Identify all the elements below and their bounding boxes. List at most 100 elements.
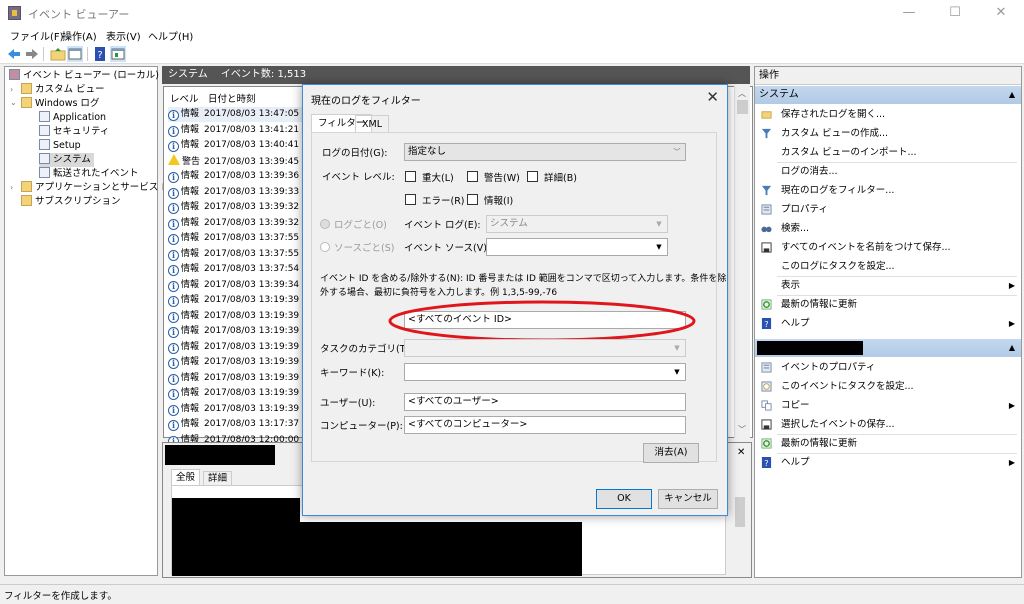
close-button[interactable]: ✕ <box>978 0 1024 26</box>
event-row[interactable]: i 情報 2017/08/03 13:19:39 <box>168 309 308 324</box>
event-row[interactable]: i 情報 2017/08/03 13:39:36 <box>168 169 308 184</box>
radio-by-source[interactable] <box>320 242 330 252</box>
event-row[interactable]: i 情報 2017/08/03 13:37:55 <box>168 247 308 262</box>
action-item[interactable]: プロパティ <box>755 200 1021 219</box>
event-row[interactable]: i 情報 2017/08/03 13:19:39 <box>168 340 308 355</box>
collapse-chevron-icon[interactable]: ⌄ <box>10 98 17 107</box>
show-hide-action-pane-icon[interactable] <box>110 46 126 62</box>
event-row[interactable]: 警告 2017/08/03 13:39:45 <box>168 153 308 169</box>
tree-root[interactable]: イベント ビューアー (ローカル) <box>9 69 159 83</box>
event-row[interactable]: i 情報 2017/08/03 13:47:05 <box>168 107 308 122</box>
checkbox-critical[interactable] <box>405 171 416 182</box>
back-arrow-icon[interactable] <box>6 46 22 62</box>
radio-by-log[interactable] <box>320 219 330 229</box>
action-item[interactable]: カスタム ビューのインポート... <box>755 143 1021 162</box>
log-date-select[interactable]: 指定なし ﹀ <box>404 143 686 161</box>
checkbox-information[interactable] <box>467 194 478 205</box>
action-item[interactable]: 最新の情報に更新 <box>755 295 1021 314</box>
tree-item-system[interactable]: システム <box>39 153 94 167</box>
action-item[interactable]: このイベントにタスクを設定... <box>755 377 1021 396</box>
dialog-close-button[interactable]: ✕ <box>706 88 719 106</box>
clear-button[interactable]: 消去(A) <box>643 443 699 463</box>
event-source-select[interactable]: ▼ <box>486 238 668 256</box>
event-row[interactable]: i 情報 2017/08/03 13:39:34 <box>168 278 308 293</box>
event-row[interactable]: i 情報 2017/08/03 13:40:41 <box>168 138 308 153</box>
action-item[interactable]: 検索... <box>755 219 1021 238</box>
help-icon[interactable]: ? <box>92 46 108 62</box>
actions-section-event[interactable]: ▲ <box>755 339 1021 357</box>
tree-item-security[interactable]: セキュリティ <box>39 125 109 139</box>
event-row[interactable]: i 情報 2017/08/03 13:19:39 <box>168 386 308 401</box>
event-row[interactable]: i 情報 2017/08/03 13:19:39 <box>168 324 308 339</box>
action-item[interactable]: イベントのプロパティ <box>755 358 1021 377</box>
event-row[interactable]: i 情報 2017/08/03 13:39:32 <box>168 216 308 231</box>
collapse-icon[interactable]: ▲ <box>1009 86 1015 104</box>
expand-chevron-icon[interactable]: › <box>10 85 13 94</box>
event-row[interactable]: i 情報 2017/08/03 13:19:39 <box>168 293 308 308</box>
radio-by-source-label[interactable]: ソースごと(S) <box>334 240 394 254</box>
checkbox-verbose-label[interactable]: 詳細(B) <box>544 170 577 184</box>
forward-arrow-icon[interactable] <box>24 46 40 62</box>
event-row[interactable]: i 情報 2017/08/03 13:39:32 <box>168 200 308 215</box>
action-item[interactable]: ? ヘルプ ▶ <box>755 453 1021 472</box>
checkbox-information-label[interactable]: 情報(I) <box>484 193 513 207</box>
tree-item-app-service-logs[interactable]: アプリケーションとサービス ログ <box>21 181 180 195</box>
column-header-level[interactable]: レベル <box>170 91 199 105</box>
event-row[interactable]: i 情報 2017/08/03 13:39:33 <box>168 185 308 200</box>
event-row[interactable]: i 情報 2017/08/03 13:19:39 <box>168 402 308 417</box>
maximize-button[interactable]: ☐ <box>932 0 978 26</box>
event-row[interactable]: i 情報 2017/08/03 13:37:54 <box>168 262 308 277</box>
scroll-down-icon[interactable]: ﹀ <box>738 424 746 435</box>
tab-xml[interactable]: XML <box>355 115 389 133</box>
action-item[interactable]: 選択したイベントの保存... <box>755 415 1021 434</box>
action-item[interactable]: 最新の情報に更新 <box>755 434 1021 453</box>
tree-item-forwarded-events[interactable]: 転送されたイベント <box>39 167 139 181</box>
action-item[interactable]: カスタム ビューの作成... <box>755 124 1021 143</box>
tree-item-application[interactable]: Application <box>39 111 106 125</box>
tree-item-windows-logs[interactable]: Windows ログ <box>21 97 99 111</box>
event-list-scrollbar[interactable]: ︿ ﹀ <box>734 86 750 438</box>
action-item[interactable]: 表示 ▶ <box>755 276 1021 295</box>
action-item[interactable]: 現在のログをフィルター... <box>755 181 1021 200</box>
menu-help[interactable]: ヘルプ(H) <box>148 28 193 43</box>
checkbox-warning-label[interactable]: 警告(W) <box>484 170 520 184</box>
detail-tab-details[interactable]: 詳細 <box>203 471 233 485</box>
scroll-thumb[interactable] <box>737 100 748 114</box>
action-item[interactable]: このログにタスクを設定... <box>755 257 1021 276</box>
minimize-button[interactable]: — <box>886 0 932 26</box>
expand-chevron-icon[interactable]: › <box>10 183 13 192</box>
event-row[interactable]: i 情報 2017/08/03 13:19:39 <box>168 355 308 370</box>
ok-button[interactable]: OK <box>596 489 652 509</box>
column-header-datetime[interactable]: 日付と時刻 <box>208 91 256 105</box>
radio-by-log-label[interactable]: ログごと(O) <box>334 217 387 231</box>
collapse-icon[interactable]: ▲ <box>1009 339 1015 357</box>
detail-scrollbar[interactable] <box>733 485 747 575</box>
checkbox-verbose[interactable] <box>527 171 538 182</box>
detail-close-icon[interactable]: ✕ <box>737 447 745 458</box>
keyword-select[interactable]: ▼ <box>404 363 686 381</box>
action-item[interactable]: ? ヘルプ ▶ <box>755 314 1021 333</box>
scroll-up-icon[interactable]: ︿ <box>738 88 746 99</box>
action-item[interactable]: 保存されたログを開く... <box>755 105 1021 124</box>
menu-view[interactable]: 表示(V) <box>106 28 141 43</box>
up-folder-icon[interactable] <box>50 46 66 62</box>
action-item[interactable]: コピー ▶ <box>755 396 1021 415</box>
action-item[interactable]: すべてのイベントを名前をつけて保存... <box>755 238 1021 257</box>
tree-item-setup[interactable]: Setup <box>39 139 81 153</box>
tree-item-subscriptions[interactable]: サブスクリプション <box>21 195 121 209</box>
detail-tab-general[interactable]: 全般 <box>171 469 201 485</box>
checkbox-critical-label[interactable]: 重大(L) <box>422 170 454 184</box>
event-row[interactable]: i 情報 2017/08/03 13:41:21 <box>168 123 308 138</box>
actions-section-system[interactable]: システム ▲ <box>755 86 1021 104</box>
menu-action[interactable]: 操作(A) <box>62 28 97 43</box>
event-row[interactable]: i 情報 2017/08/03 13:19:39 <box>168 371 308 386</box>
computer-input[interactable]: <すべてのコンピューター> <box>404 416 686 434</box>
checkbox-warning[interactable] <box>467 171 478 182</box>
event-row[interactable]: i 情報 2017/08/03 13:37:55 <box>168 231 308 246</box>
event-row[interactable]: i 情報 2017/08/03 13:17:37 <box>168 417 308 432</box>
show-hide-tree-icon[interactable] <box>67 46 83 62</box>
checkbox-error-label[interactable]: エラー(R) <box>422 193 465 207</box>
checkbox-error[interactable] <box>405 194 416 205</box>
cancel-button[interactable]: キャンセル <box>658 489 718 509</box>
scroll-thumb[interactable] <box>735 497 745 527</box>
